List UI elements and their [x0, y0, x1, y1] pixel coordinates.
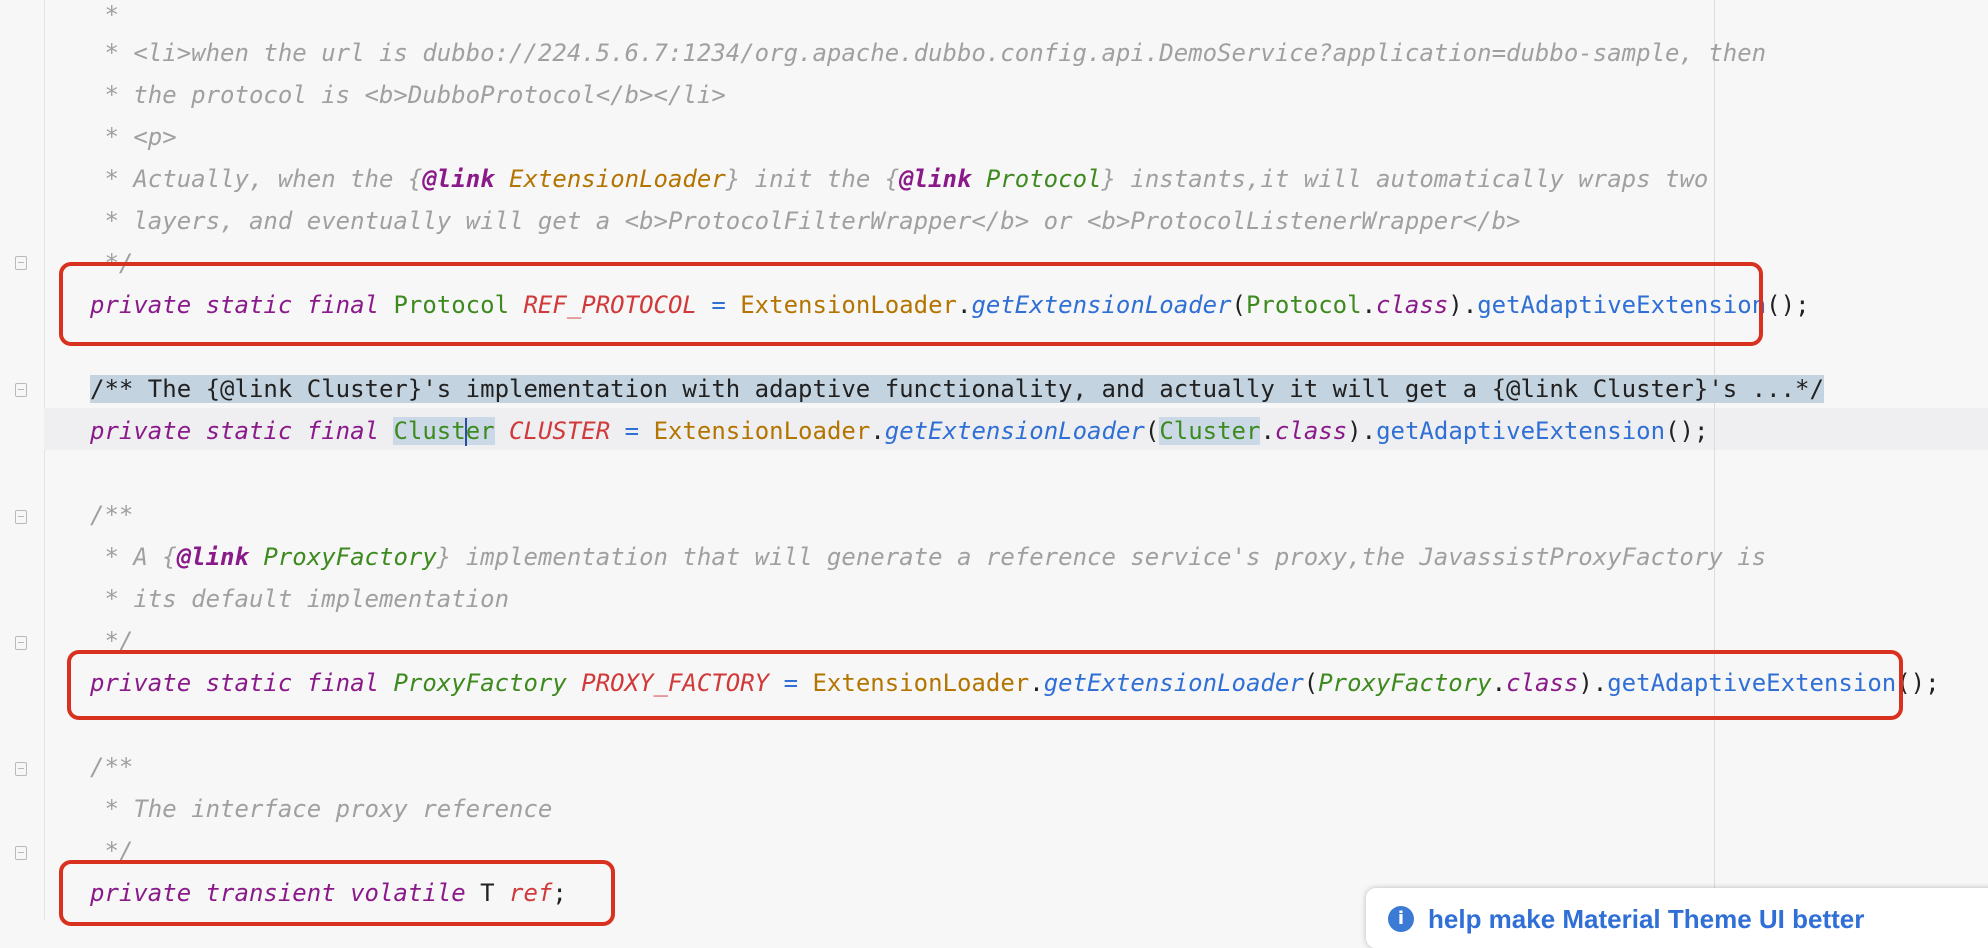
- annotation-box-proxy-factory: [67, 650, 1903, 720]
- info-icon: i: [1388, 906, 1414, 932]
- code-line: * the protocol is <b>DubboProtocol</b></…: [90, 81, 726, 109]
- notification-popup[interactable]: i help make Material Theme UI better: [1366, 888, 1988, 948]
- code-line: *: [90, 1, 119, 29]
- fold-marker-icon[interactable]: [15, 383, 27, 397]
- code-line-collapsed-doc[interactable]: /** The {@link Cluster}'s implementation…: [90, 368, 1824, 410]
- code-line: * Actually, when the {@link ExtensionLoa…: [90, 165, 1709, 193]
- fold-marker-icon[interactable]: [15, 636, 27, 650]
- code-line: * <p>: [90, 123, 177, 151]
- fold-marker-icon[interactable]: [15, 510, 27, 524]
- editor-gutter: [0, 0, 45, 920]
- fold-marker-icon[interactable]: [15, 256, 27, 270]
- annotation-box-ref: [59, 860, 615, 926]
- code-line: * layers, and eventually will get a <b>P…: [90, 207, 1521, 235]
- annotation-box-ref-protocol: [59, 262, 1763, 346]
- right-margin-guide: [1714, 0, 1715, 920]
- code-line: /**: [90, 753, 134, 781]
- code-line: * A {@link ProxyFactory} implementation …: [90, 543, 1767, 571]
- code-line: /**: [90, 501, 134, 529]
- code-line: * <li>when the url is dubbo://224.5.6.7:…: [90, 39, 1767, 67]
- code-line-cluster: private static final Cluster CLUSTER = E…: [90, 417, 1709, 446]
- fold-marker-icon[interactable]: [15, 762, 27, 776]
- code-line: * its default implementation: [90, 585, 510, 613]
- code-line: * The interface proxy reference: [90, 795, 553, 823]
- fold-marker-icon[interactable]: [15, 846, 27, 860]
